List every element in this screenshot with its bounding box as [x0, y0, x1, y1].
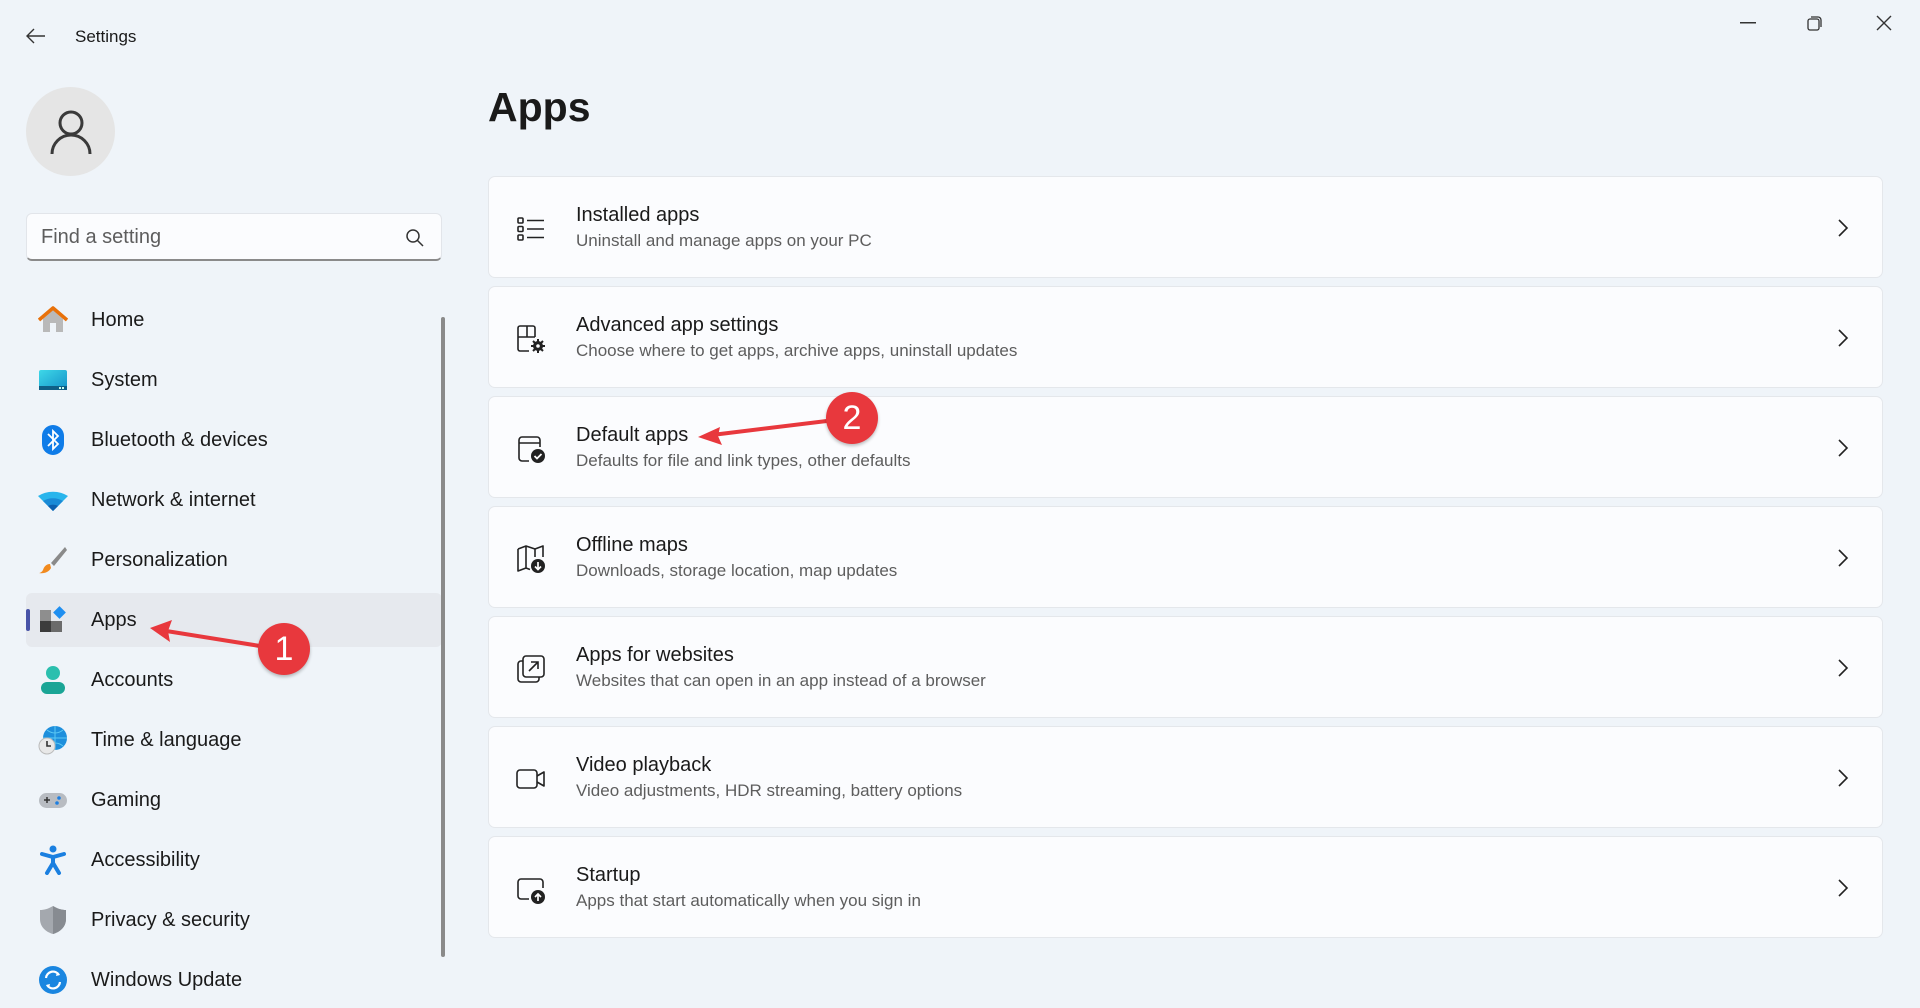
default-apps-icon	[518, 436, 545, 463]
sidebar-item-label: Home	[91, 308, 145, 331]
sidebar-item-apps[interactable]: Apps	[26, 593, 442, 647]
card-advanced-app-settings[interactable]: Advanced app settings Choose where to ge…	[488, 286, 1883, 388]
sidebar-item-accessibility[interactable]: Accessibility	[26, 833, 442, 887]
card-title: Installed apps	[576, 204, 700, 226]
card-subtitle: Websites that can open in an app instead…	[576, 671, 986, 690]
sidebar-item-windows-update[interactable]: Windows Update	[26, 953, 442, 1007]
back-arrow-icon	[26, 28, 45, 44]
chevron-right-icon	[1838, 329, 1849, 347]
active-indicator	[26, 609, 30, 631]
card-title: Offline maps	[576, 534, 688, 556]
sidebar-item-label: Windows Update	[91, 968, 243, 991]
close-icon	[1876, 15, 1892, 31]
sidebar-item-gaming[interactable]: Gaming	[26, 773, 442, 827]
minimize-icon	[1740, 22, 1756, 24]
sidebar-item-network[interactable]: Network & internet	[26, 473, 442, 527]
sidebar-item-label: Accounts	[91, 668, 174, 691]
restore-icon	[1807, 16, 1822, 31]
user-avatar[interactable]	[26, 87, 115, 176]
paintbrush-icon	[38, 545, 68, 575]
sidebar-item-label: Apps	[91, 608, 137, 631]
card-subtitle: Defaults for file and link types, other …	[576, 451, 911, 470]
sidebar-nav: Home System Bluetooth & devices Network …	[26, 293, 442, 1008]
card-title: Advanced app settings	[576, 314, 779, 336]
card-subtitle: Apps that start automatically when you s…	[576, 891, 921, 910]
app-title: Settings	[75, 27, 137, 46]
search-icon[interactable]	[405, 228, 425, 248]
sidebar-item-label: Time & language	[91, 728, 242, 751]
chevron-right-icon	[1838, 549, 1849, 567]
chevron-right-icon	[1838, 439, 1849, 457]
sidebar-item-system[interactable]: System	[26, 353, 442, 407]
search-input[interactable]	[41, 214, 391, 260]
sidebar-item-accounts[interactable]: Accounts	[26, 653, 442, 707]
settings-cards: Installed apps Uninstall and manage apps…	[488, 176, 1883, 946]
update-icon	[38, 965, 68, 995]
search-box[interactable]	[26, 213, 442, 261]
accessibility-icon	[38, 845, 68, 875]
page-title: Apps	[488, 84, 591, 130]
card-subtitle: Downloads, storage location, map updates	[576, 561, 898, 580]
card-startup[interactable]: Startup Apps that start automatically wh…	[488, 836, 1883, 938]
annotation-badge-1: 1	[258, 623, 310, 675]
annotation-badge-2: 2	[826, 392, 878, 444]
sidebar-item-time-language[interactable]: Time & language	[26, 713, 442, 767]
shield-icon	[38, 905, 68, 935]
card-title: Default apps	[576, 424, 689, 446]
restore-button[interactable]	[1781, 0, 1849, 46]
sidebar-item-label: Privacy & security	[91, 908, 250, 931]
startup-icon	[517, 878, 545, 904]
sidebar-scrollbar[interactable]	[441, 317, 445, 957]
list-icon	[517, 217, 544, 241]
sidebar-item-label: Network & internet	[91, 488, 256, 511]
system-icon	[38, 365, 68, 395]
card-title: Startup	[576, 864, 641, 886]
close-button[interactable]	[1850, 0, 1918, 46]
card-offline-maps[interactable]: Offline maps Downloads, storage location…	[488, 506, 1883, 608]
back-button[interactable]	[20, 20, 52, 52]
sidebar-item-personalization[interactable]: Personalization	[26, 533, 442, 587]
sidebar-item-label: Personalization	[91, 548, 228, 571]
sidebar-item-label: Gaming	[91, 788, 162, 811]
sidebar-item-label: Bluetooth & devices	[91, 428, 268, 451]
sidebar-item-bluetooth[interactable]: Bluetooth & devices	[26, 413, 442, 467]
sidebar-item-privacy[interactable]: Privacy & security	[26, 893, 442, 947]
minimize-button[interactable]	[1714, 0, 1782, 46]
open-external-icon	[517, 655, 545, 683]
map-icon	[517, 545, 545, 573]
bluetooth-icon	[38, 425, 68, 455]
sidebar-item-label: System	[91, 368, 158, 391]
advanced-settings-icon	[517, 325, 545, 353]
card-video-playback[interactable]: Video playback Video adjustments, HDR st…	[488, 726, 1883, 828]
sidebar-item-home[interactable]: Home	[26, 293, 442, 347]
chevron-right-icon	[1838, 219, 1849, 237]
home-icon	[38, 305, 68, 335]
person-icon	[50, 110, 91, 154]
time-language-icon	[38, 725, 68, 755]
card-subtitle: Uninstall and manage apps on your PC	[576, 231, 872, 250]
chevron-right-icon	[1838, 769, 1849, 787]
card-subtitle: Choose where to get apps, archive apps, …	[576, 341, 1018, 360]
chevron-right-icon	[1838, 659, 1849, 677]
chevron-right-icon	[1838, 879, 1849, 897]
card-subtitle: Video adjustments, HDR streaming, batter…	[576, 781, 963, 800]
gamepad-icon	[38, 785, 68, 815]
card-title: Video playback	[576, 754, 712, 776]
video-icon	[516, 769, 545, 789]
card-apps-for-websites[interactable]: Apps for websites Websites that can open…	[488, 616, 1883, 718]
apps-icon	[38, 605, 68, 635]
sidebar-item-label: Accessibility	[91, 848, 200, 871]
title-bar: Settings	[0, 0, 1920, 72]
accounts-icon	[38, 665, 68, 695]
wifi-icon	[38, 485, 68, 515]
card-title: Apps for websites	[576, 644, 734, 666]
card-default-apps[interactable]: Default apps Defaults for file and link …	[488, 396, 1883, 498]
card-installed-apps[interactable]: Installed apps Uninstall and manage apps…	[488, 176, 1883, 278]
